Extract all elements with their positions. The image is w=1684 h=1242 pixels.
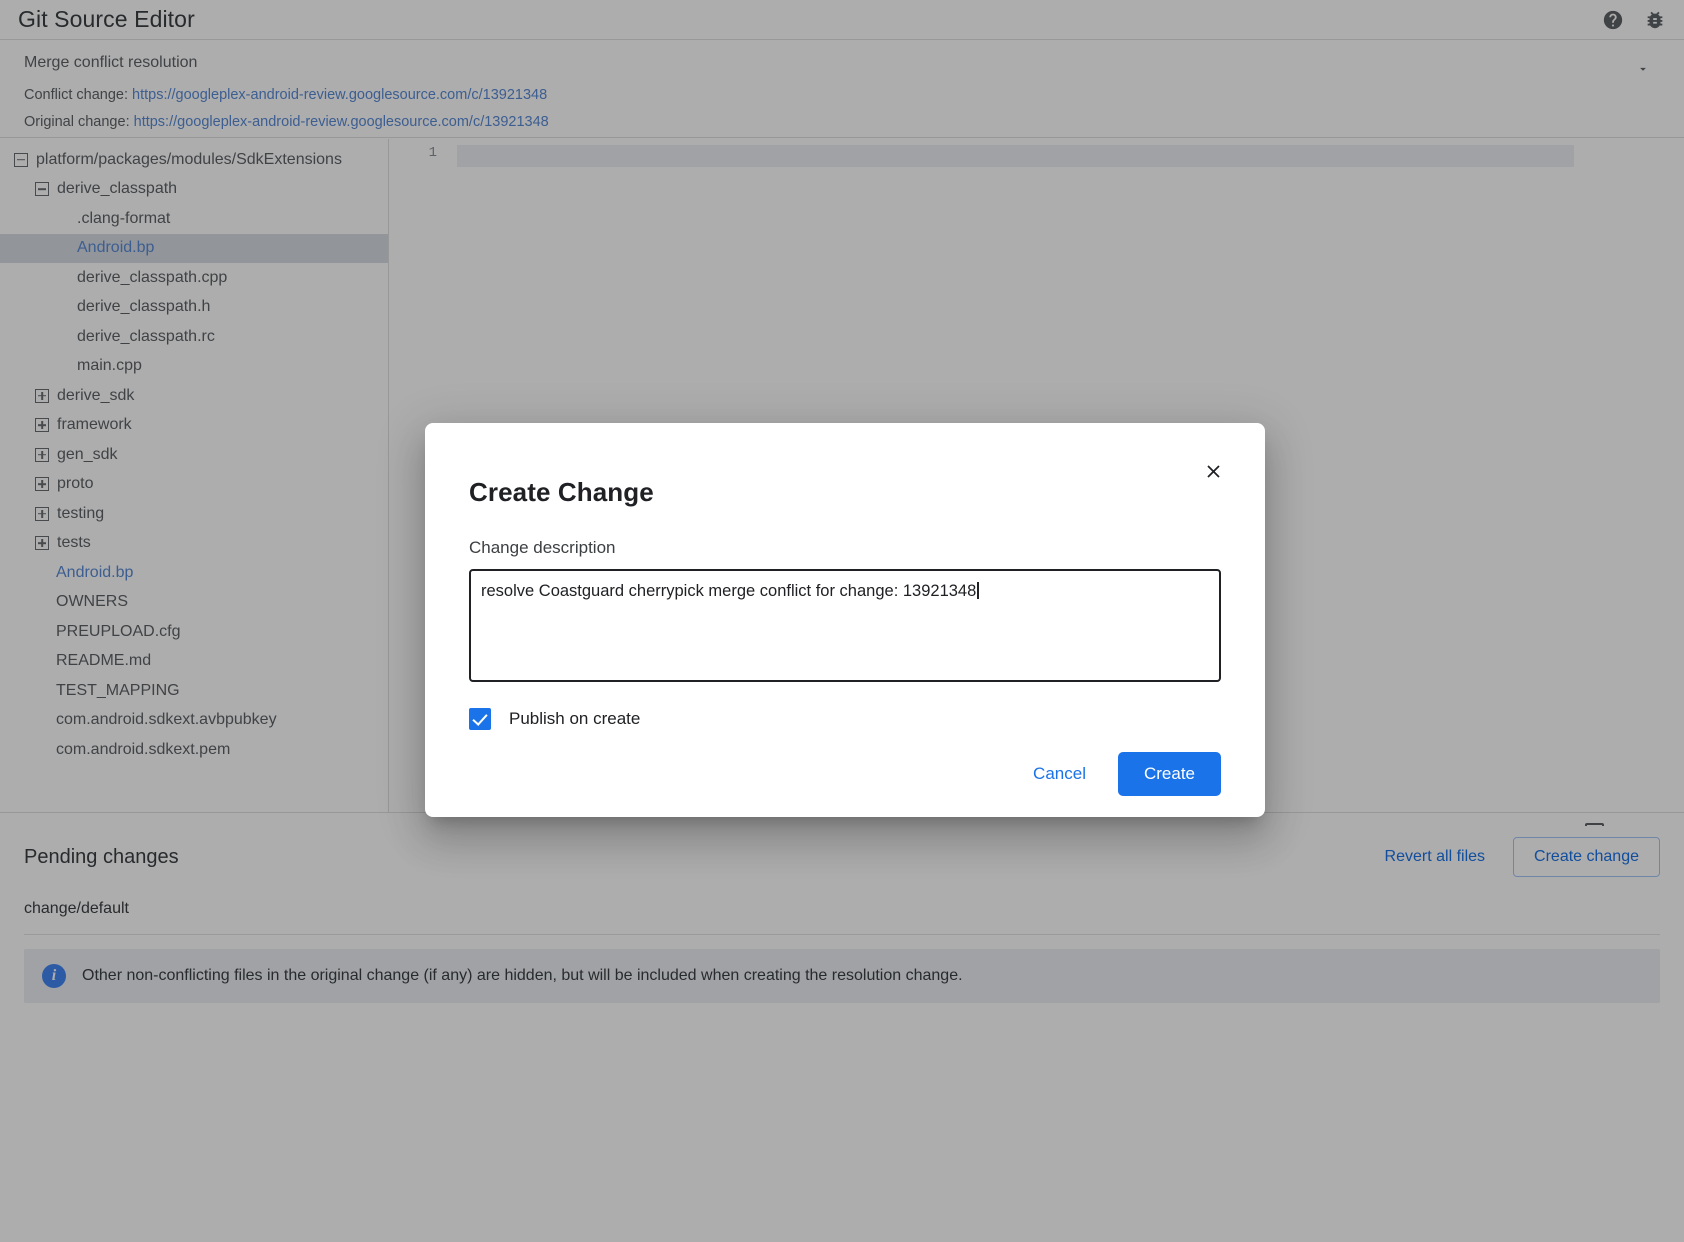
cancel-button[interactable]: Cancel [1015, 753, 1104, 795]
dialog-title: Create Change [469, 477, 1221, 508]
create-button[interactable]: Create [1118, 752, 1221, 796]
close-icon[interactable] [1197, 455, 1229, 487]
text-caret [977, 582, 979, 599]
publish-on-create-checkbox[interactable] [469, 708, 491, 730]
publish-on-create-row[interactable]: Publish on create [469, 708, 1221, 730]
change-description-value: resolve Coastguard cherrypick merge conf… [481, 582, 976, 600]
change-description-input[interactable]: resolve Coastguard cherrypick merge conf… [469, 569, 1221, 682]
change-description-label: Change description [469, 538, 1221, 558]
create-change-dialog: Create Change Change description resolve… [425, 423, 1265, 817]
publish-on-create-label: Publish on create [509, 709, 640, 729]
dialog-actions: Cancel Create [469, 752, 1221, 796]
